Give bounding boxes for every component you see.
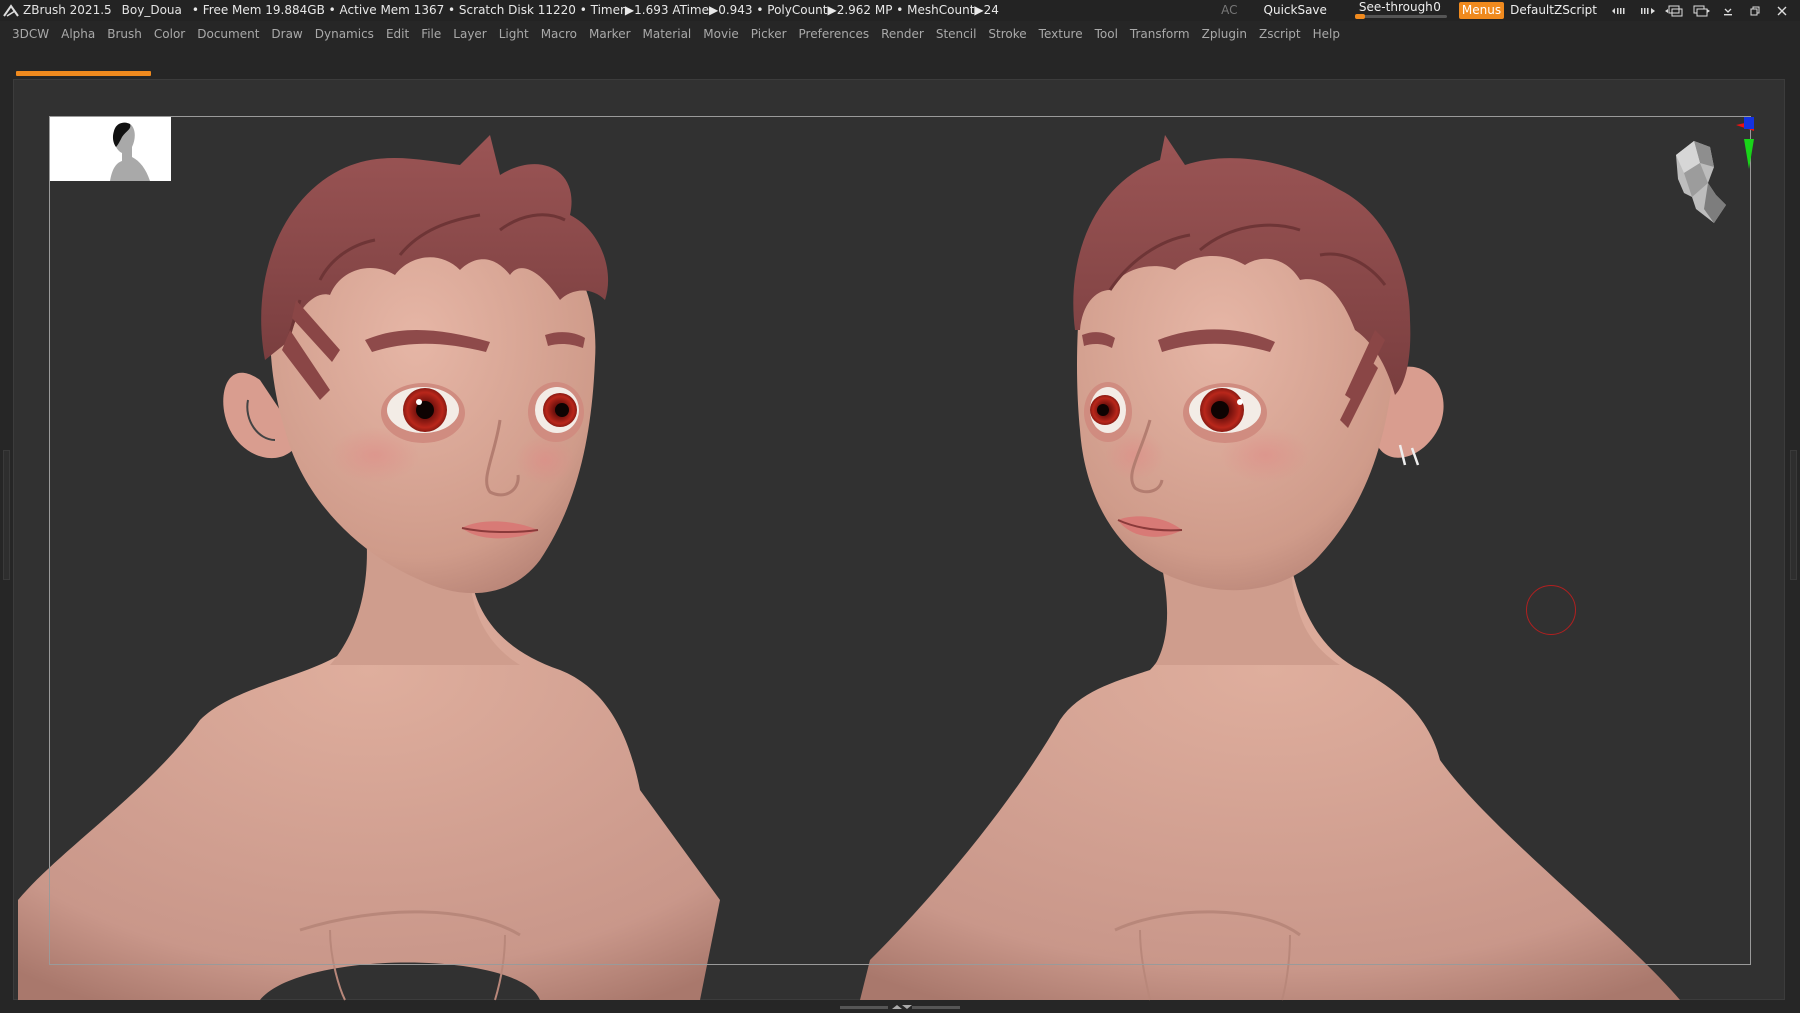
axis-gizmo-icon	[1736, 117, 1754, 169]
bottom-tray-handle[interactable]	[840, 1004, 960, 1010]
thumbnail-preview[interactable]	[50, 117, 171, 181]
navigation-head-icon[interactable]	[1650, 117, 1754, 237]
canvas-frame	[49, 116, 1751, 965]
brush-cursor	[1526, 585, 1576, 635]
